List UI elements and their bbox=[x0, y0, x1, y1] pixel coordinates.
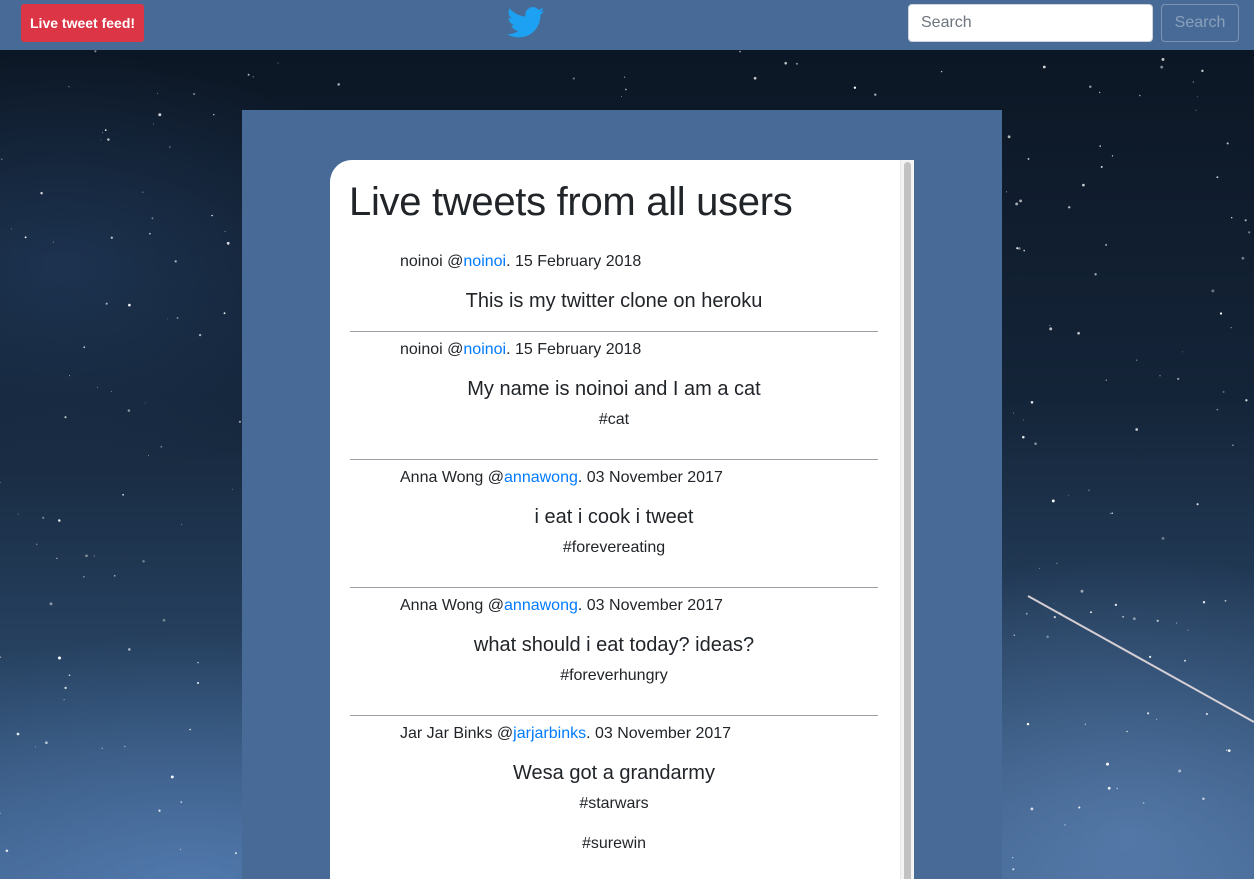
tweet-text: My name is noinoi and I am a cat bbox=[467, 378, 761, 400]
tweet-handle-link[interactable]: annawong bbox=[504, 597, 578, 614]
tweet-text: what should i eat today? ideas? bbox=[473, 634, 755, 656]
tweet-meta: Anna Wong @annawong. 03 November 2017 bbox=[350, 460, 878, 495]
tweet-date: . 03 November 2017 bbox=[577, 469, 723, 486]
tweet-at-sign: @ bbox=[447, 341, 464, 358]
tweet-date: . 15 February 2018 bbox=[506, 253, 642, 270]
tweet-meta: noinoi @noinoi. 15 February 2018 bbox=[350, 244, 878, 279]
tweet-handle-link[interactable]: jarjarbinks bbox=[513, 725, 586, 742]
search-button[interactable]: Search bbox=[1161, 4, 1239, 42]
tweet-meta: Jar Jar Binks @jarjarbinks. 03 November … bbox=[350, 716, 878, 751]
tweet-item: Anna Wong @annawong. 03 November 2017 i e… bbox=[350, 460, 878, 588]
tweet-date: . 03 November 2017 bbox=[577, 597, 723, 614]
twitter-bird-icon[interactable] bbox=[507, 6, 545, 40]
tweet-item: Anna Wong @annawong. 03 November 2017 wha… bbox=[350, 588, 878, 716]
tweet-author-name: noinoi bbox=[400, 341, 443, 358]
tweet-text: i eat i cook i tweet bbox=[534, 506, 694, 528]
tweet-handle-link[interactable]: noinoi bbox=[463, 341, 506, 358]
tweet-at-sign: @ bbox=[487, 469, 505, 486]
tweet-hashtag: #starwars bbox=[579, 795, 649, 812]
scrollbar-thumb[interactable] bbox=[904, 162, 911, 879]
tweet-hashtag: #cat bbox=[598, 411, 630, 428]
tweet-item: noinoi @noinoi. 15 February 2018 This is … bbox=[350, 244, 878, 332]
tweet-list: noinoi @noinoi. 15 February 2018 This is … bbox=[350, 244, 878, 879]
tweet-handle-link[interactable]: noinoi bbox=[463, 253, 506, 270]
tweet-hashtag: #forevereating bbox=[562, 539, 666, 556]
tweet-meta: noinoi @noinoi. 15 February 2018 bbox=[350, 332, 878, 367]
page-title: Live tweets from all users bbox=[349, 180, 793, 224]
tweet-author-name: Anna Wong bbox=[400, 597, 484, 614]
live-tweet-feed-button[interactable]: Live tweet feed! bbox=[21, 4, 145, 42]
feed-scrollbar[interactable] bbox=[900, 160, 914, 879]
tweet-author-name: Jar Jar Binks bbox=[400, 725, 493, 742]
navbar: Live tweet feed! Search bbox=[0, 0, 1254, 50]
tweet-item: noinoi @noinoi. 15 February 2018 My name … bbox=[350, 332, 878, 460]
tweet-date: . 15 February 2018 bbox=[506, 341, 642, 358]
tweet-at-sign: @ bbox=[447, 253, 464, 270]
feed-card[interactable]: Live tweets from all users noinoi @noino… bbox=[330, 160, 914, 879]
tweet-author-name: noinoi bbox=[400, 253, 443, 270]
tweet-author-name: Anna Wong bbox=[400, 469, 484, 486]
search-input[interactable] bbox=[908, 4, 1153, 42]
tweet-at-sign: @ bbox=[487, 597, 505, 614]
tweet-text: This is my twitter clone on heroku bbox=[465, 290, 763, 312]
tweet-hashtag: #foreverhungry bbox=[560, 667, 668, 684]
tweet-item: Jar Jar Binks @jarjarbinks. 03 November … bbox=[350, 716, 878, 879]
tweet-hashtag: #surewin bbox=[581, 835, 647, 852]
tweet-handle-link[interactable]: annawong bbox=[504, 469, 578, 486]
tweet-meta: Anna Wong @annawong. 03 November 2017 bbox=[350, 588, 878, 623]
tweet-at-sign: @ bbox=[496, 725, 514, 742]
tweet-date: . 03 November 2017 bbox=[586, 725, 732, 742]
tweet-text: Wesa got a grandarmy bbox=[513, 762, 715, 784]
